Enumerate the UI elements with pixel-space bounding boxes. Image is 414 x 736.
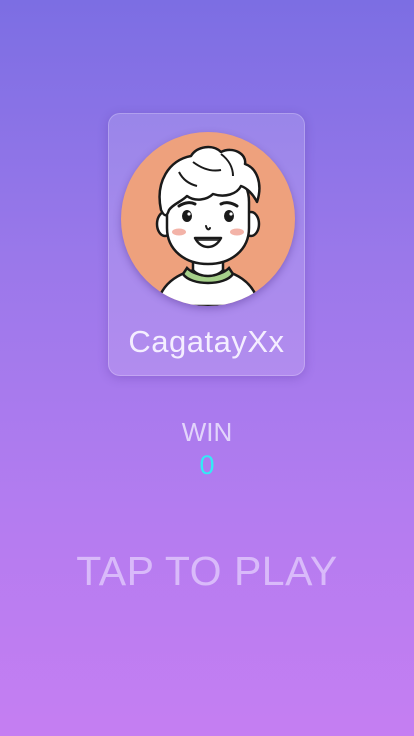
profile-card: CagatayXx	[108, 113, 305, 376]
tap-to-play-button[interactable]: TAP TO PLAY	[0, 548, 414, 595]
avatar	[121, 132, 295, 306]
win-label: WIN	[181, 417, 233, 447]
username: CagatayXx	[128, 324, 285, 359]
win-count: 0	[199, 450, 215, 480]
cartoon-boy-avatar-icon	[155, 145, 261, 306]
